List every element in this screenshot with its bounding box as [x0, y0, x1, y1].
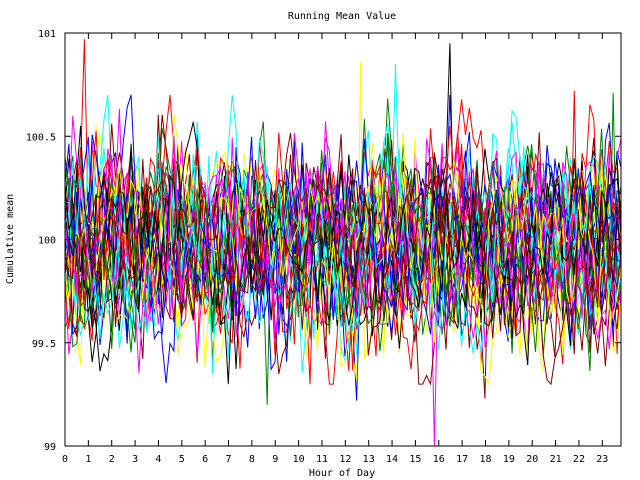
x-tick-label: 4: [155, 454, 161, 465]
x-tick-label: 20: [526, 454, 538, 465]
x-tick-label: 5: [179, 454, 185, 465]
x-tick-label: 1: [85, 454, 91, 465]
x-tick-label: 23: [596, 454, 608, 465]
series-layer: [64, 39, 622, 447]
x-tick-label: 12: [339, 454, 351, 465]
x-tick-label: 17: [456, 454, 468, 465]
y-tick-label: 99: [44, 442, 56, 453]
running-mean-chart: Running Mean Value 9999.5100100.5101 012…: [5, 11, 622, 479]
y-tick-label: 101: [38, 29, 56, 40]
x-tick-label: 18: [479, 454, 491, 465]
chart-title: Running Mean Value: [288, 11, 396, 22]
y-tick-label: 100: [38, 236, 56, 247]
x-tick-label: 19: [503, 454, 515, 465]
x-tick-label: 21: [550, 454, 562, 465]
y-axis-label: Cumulative mean: [5, 194, 16, 284]
y-tick-label: 99.5: [32, 339, 56, 350]
x-tick-label: 11: [316, 454, 328, 465]
x-tick-label: 8: [249, 454, 255, 465]
x-tick-label: 2: [109, 454, 115, 465]
x-tick-label: 16: [433, 454, 445, 465]
x-tick-label: 3: [132, 454, 138, 465]
x-tick-label: 14: [386, 454, 398, 465]
x-tick-label: 7: [226, 454, 232, 465]
y-tick-label: 100.5: [26, 132, 56, 143]
x-tick-label: 13: [363, 454, 375, 465]
x-tick-label: 0: [62, 454, 68, 465]
x-axis-label: Hour of Day: [309, 468, 375, 479]
x-tick-label: 22: [573, 454, 585, 465]
x-tick-label: 9: [272, 454, 278, 465]
x-tick-label: 10: [293, 454, 305, 465]
x-tick-label: 6: [202, 454, 208, 465]
x-tick-label: 15: [409, 454, 421, 465]
